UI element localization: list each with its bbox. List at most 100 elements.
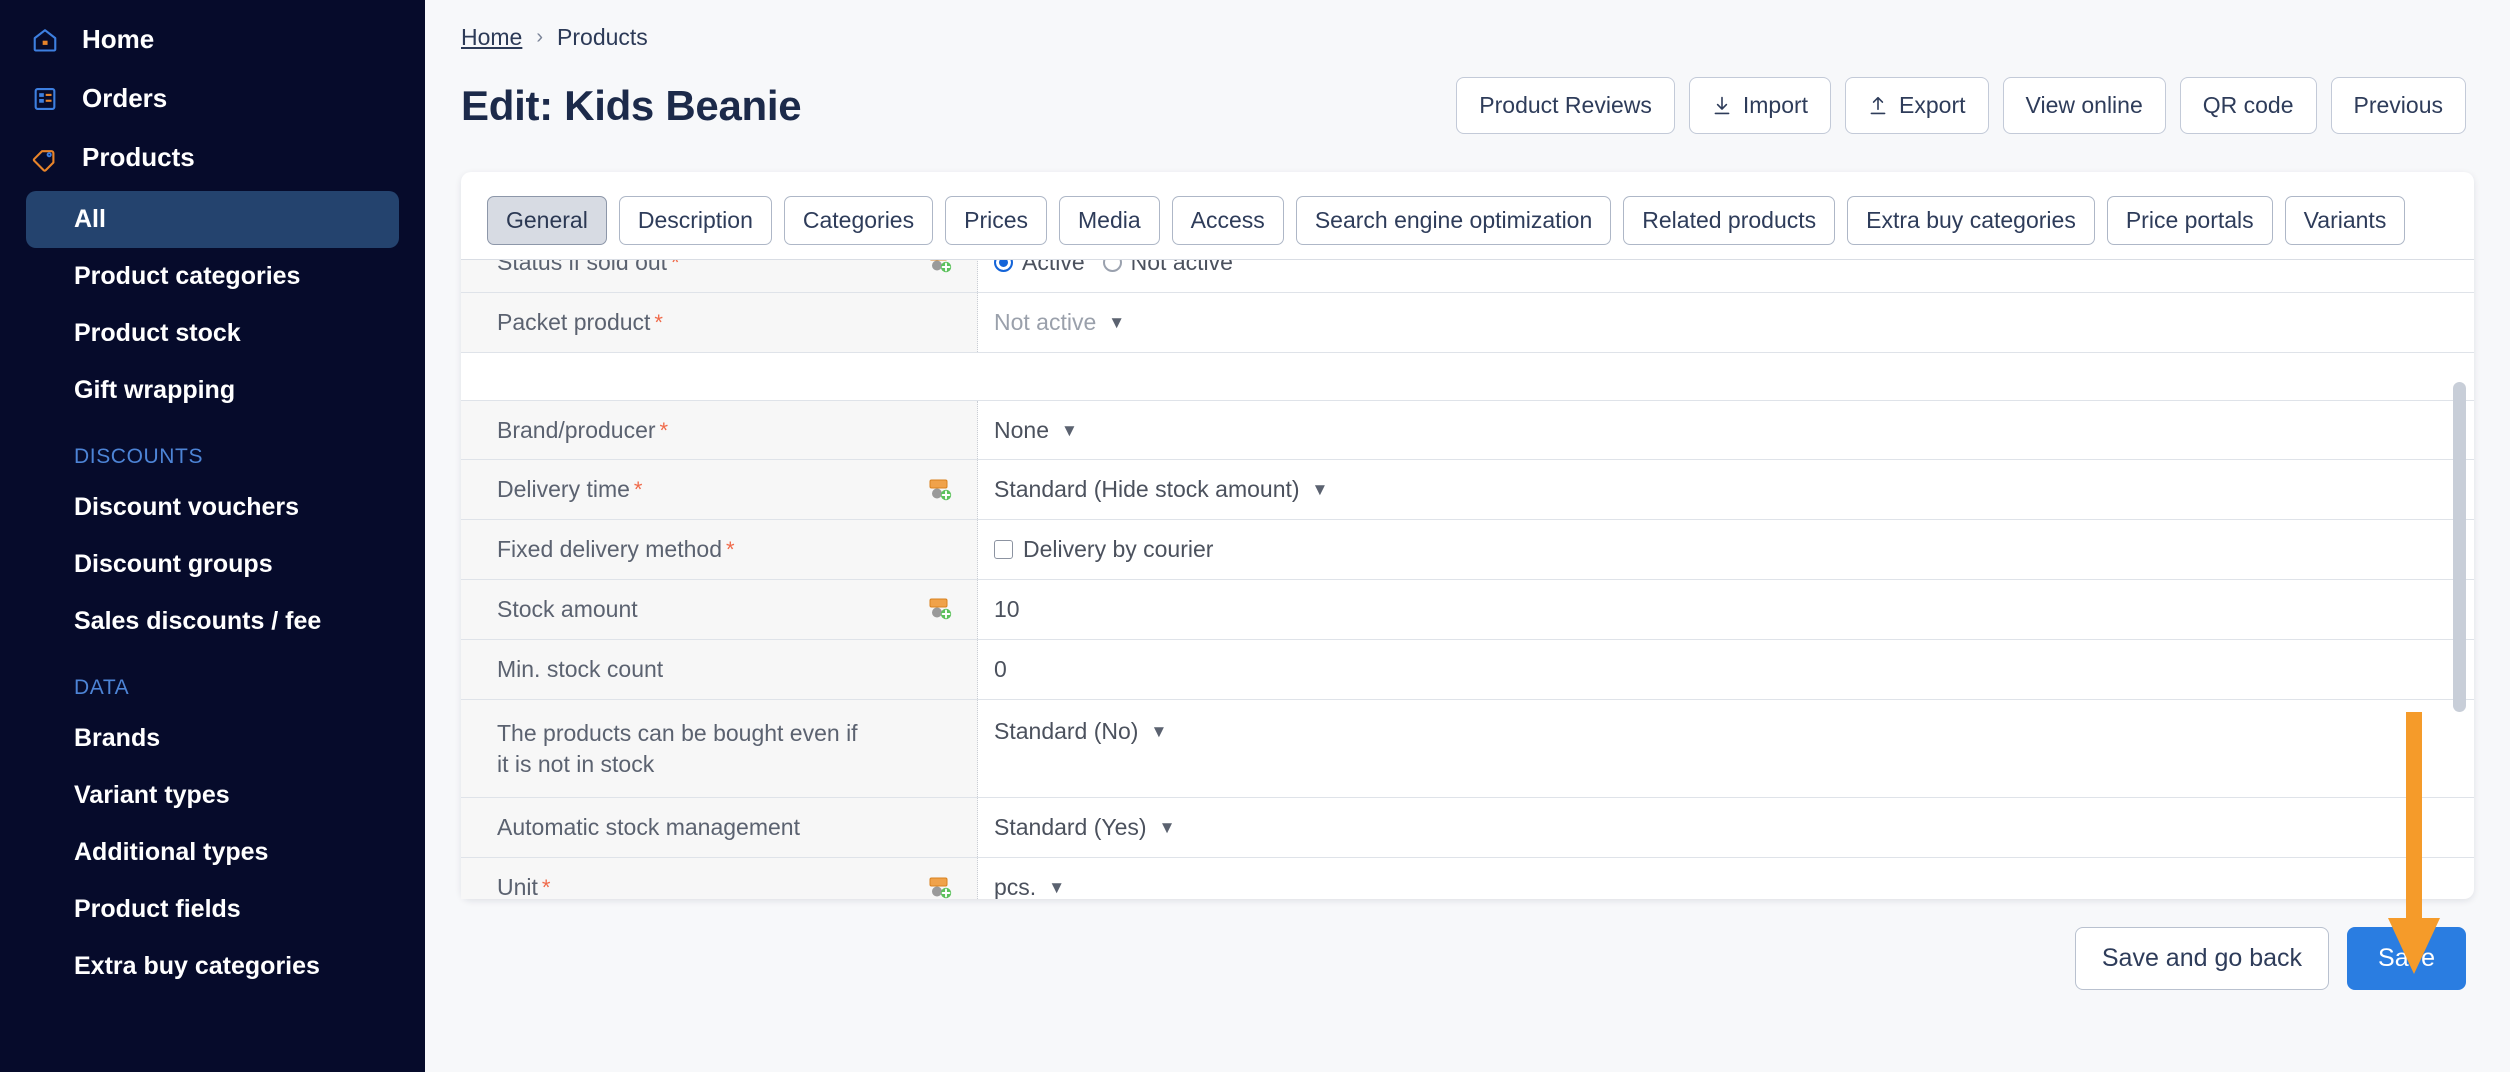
tab-label: Extra buy categories	[1866, 207, 2076, 233]
radio-indicator[interactable]	[1102, 260, 1122, 272]
form-row-fixed-delivery-method: Fixed delivery method * Delivery by couri…	[461, 520, 2474, 581]
unit-select[interactable]: pcs. ▼	[994, 874, 1065, 899]
field-label: Status if sold out *	[461, 259, 978, 292]
cart-plus-icon	[927, 260, 955, 275]
field-label-text: Stock amount	[497, 596, 638, 623]
sidebar-item-sales-discounts-fee[interactable]: Sales discounts / fee	[26, 593, 399, 650]
sidebar-item-product-fields[interactable]: Product fields	[26, 881, 399, 938]
field-label: Stock amount	[461, 580, 978, 639]
breadcrumb: Home › Products	[425, 0, 2510, 51]
tab-extra-buy-categories[interactable]: Extra buy categories	[1847, 196, 2095, 245]
view-online-button[interactable]: View online	[2002, 77, 2166, 134]
stock-amount-input[interactable]: 10	[978, 580, 2474, 639]
sidebar-item-product-stock[interactable]: Product stock	[26, 305, 399, 362]
automatic-stock-management-select[interactable]: Standard (Yes) ▼	[994, 814, 1175, 841]
select-value: pcs.	[994, 874, 1037, 899]
min-stock-count-input[interactable]: 0	[978, 640, 2474, 699]
sidebar-item-discount-vouchers[interactable]: Discount vouchers	[26, 479, 399, 536]
product-reviews-button[interactable]: Product Reviews	[1456, 77, 1675, 134]
required-marker: *	[671, 259, 680, 275]
sidebar-item-additional-types[interactable]: Additional types	[26, 824, 399, 881]
select-value: Standard (Hide stock amount)	[994, 476, 1300, 503]
sidebar-item-variant-types[interactable]: Variant types	[26, 767, 399, 824]
field-label-text: Min. stock count	[497, 655, 664, 682]
sidebar: Home Orders Products All Product categor…	[0, 0, 425, 1072]
sidebar-item-orders[interactable]: Orders	[0, 69, 425, 128]
tag-icon	[30, 143, 60, 173]
sidebar-item-products[interactable]: Products	[0, 128, 425, 187]
field-label-text: Unit	[497, 874, 538, 899]
required-marker: *	[726, 537, 735, 563]
tab-prices[interactable]: Prices	[945, 196, 1048, 245]
cart-plus-icon	[927, 875, 955, 899]
sidebar-item-label: Gift wrapping	[74, 376, 236, 404]
chevron-down-icon: ▼	[1311, 480, 1329, 500]
tab-categories[interactable]: Categories	[783, 196, 934, 245]
required-marker: *	[659, 417, 669, 443]
sidebar-item-extra-buy-categories[interactable]: Extra buy categories	[26, 938, 399, 995]
form-row-buy-if-not-in-stock: The products can be bought even if it is…	[461, 699, 2474, 799]
sidebar-item-label: Discount groups	[74, 550, 273, 578]
delivery-by-courier-checkbox[interactable]: Delivery by courier	[994, 536, 1213, 563]
tab-description[interactable]: Description	[618, 196, 772, 245]
checkbox-indicator[interactable]	[994, 540, 1013, 560]
form-scroll-area[interactable]: Status if sold out * Active Not active P…	[461, 259, 2474, 899]
sidebar-section-data: DATA	[74, 676, 130, 699]
sidebar-item-label: Brands	[74, 724, 161, 752]
button-label: Export	[1899, 92, 1966, 118]
form-rows: Status if sold out * Active Not active P…	[461, 259, 2474, 899]
sidebar-item-label: All	[74, 205, 106, 233]
sidebar-item-gift-wrapping[interactable]: Gift wrapping	[26, 362, 399, 419]
field-value-blank	[978, 353, 2474, 400]
tab-access[interactable]: Access	[1171, 196, 1284, 245]
radio-indicator[interactable]	[994, 260, 1013, 272]
buy-if-not-in-stock-select[interactable]: Standard (No) ▼	[994, 718, 1167, 745]
tab-related-products[interactable]: Related products	[1623, 196, 1836, 245]
button-label: Save and go back	[2101, 944, 2303, 972]
radio-option-not-active[interactable]: Not active	[1102, 259, 1233, 276]
data-subnav: Brands Variant types Additional types Pr…	[0, 710, 425, 995]
form-scrollbar-thumb[interactable]	[2453, 382, 2466, 712]
export-button[interactable]: Export	[1845, 77, 1989, 134]
button-label: Product Reviews	[1479, 92, 1652, 118]
form-row-unit: Unit * pcs. ▼	[461, 858, 2474, 899]
field-label: Brand/producer *	[461, 400, 978, 460]
radio-label: Not active	[1130, 259, 1233, 275]
tab-variants[interactable]: Variants	[2284, 196, 2406, 245]
form-row-automatic-stock-management: Automatic stock management Standard (Yes…	[461, 798, 2474, 859]
tab-price-portals[interactable]: Price portals	[2106, 196, 2273, 245]
button-label: Save	[2378, 944, 2435, 972]
sidebar-item-product-categories[interactable]: Product categories	[26, 248, 399, 305]
previous-button[interactable]: Previous	[2330, 77, 2466, 134]
sidebar-item-home[interactable]: Home	[0, 10, 425, 69]
sidebar-item-brands[interactable]: Brands	[26, 710, 399, 767]
field-label-text: Packet product	[497, 308, 651, 335]
packet-product-select[interactable]: Not active ▼	[994, 309, 1125, 336]
footer-actions: Save and go back Save	[425, 899, 2510, 990]
import-button[interactable]: Import	[1688, 77, 1832, 134]
chevron-down-icon: ▼	[1048, 878, 1066, 898]
select-value: Not active	[994, 308, 1097, 335]
save-and-go-back-button[interactable]: Save and go back	[2074, 927, 2330, 990]
tab-media[interactable]: Media	[1059, 196, 1160, 245]
form-row-packet-product: Packet product * Not active ▼	[461, 292, 2474, 353]
save-button[interactable]: Save	[2347, 927, 2466, 990]
tab-general[interactable]: General	[487, 196, 607, 245]
select-value: Standard (Yes)	[994, 814, 1147, 841]
tab-label: Access	[1190, 207, 1265, 233]
sidebar-item-all[interactable]: All	[26, 191, 399, 248]
page-title: Edit: Kids Beanie	[461, 81, 802, 129]
breadcrumb-home-link[interactable]: Home	[461, 24, 522, 51]
qr-code-button[interactable]: QR code	[2179, 77, 2317, 134]
tab-bar: General Description Categories Prices Me…	[461, 172, 2474, 259]
sidebar-item-discount-groups[interactable]: Discount groups	[26, 536, 399, 593]
upload-icon	[1868, 95, 1888, 117]
delivery-time-select[interactable]: Standard (Hide stock amount) ▼	[994, 476, 1328, 503]
radio-option-active[interactable]: Active	[994, 260, 1085, 276]
field-label-text: Brand/producer	[497, 416, 656, 443]
brand-producer-select[interactable]: None ▼	[994, 417, 1078, 444]
status-radio-group[interactable]: Active Not active	[994, 259, 1233, 276]
orders-icon	[30, 84, 60, 114]
tab-search-engine-optimization[interactable]: Search engine optimization	[1295, 196, 1612, 245]
app-root: Home Orders Products All Product categor…	[0, 0, 2510, 1072]
